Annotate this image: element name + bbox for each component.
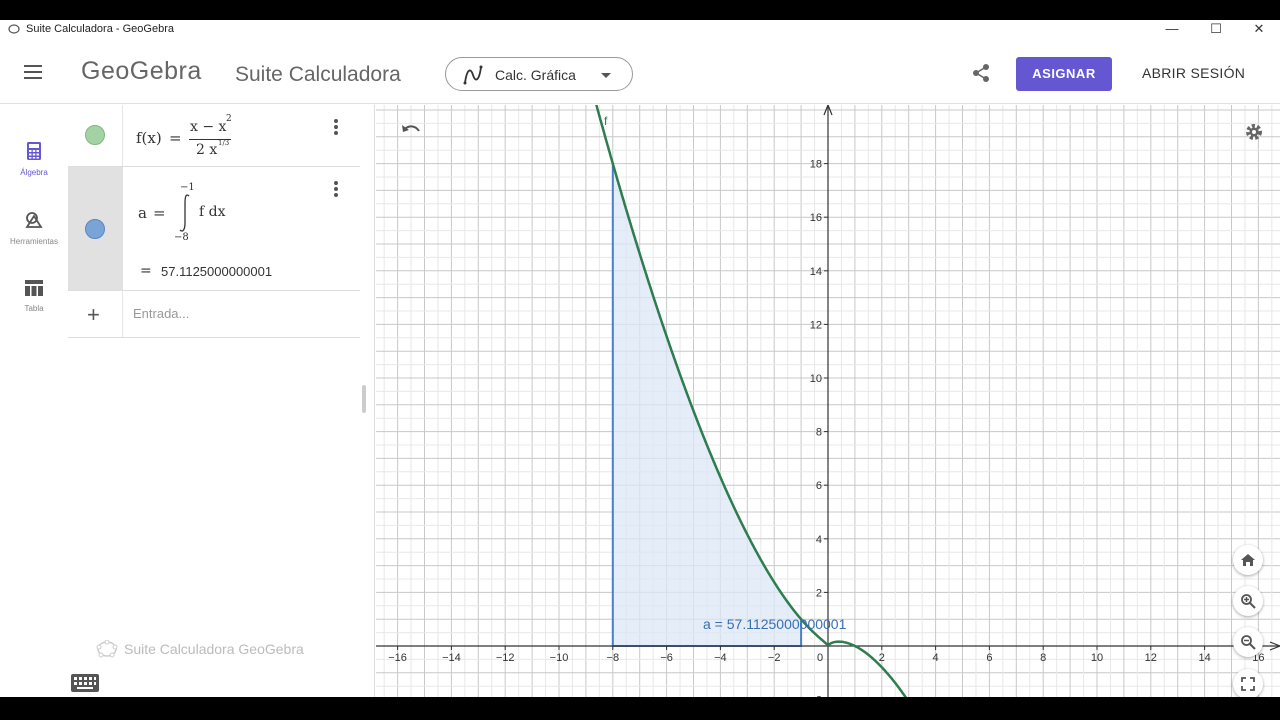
- window-titlebar: Suite Calculadora - GeoGebra — ☐ ✕: [0, 20, 1280, 38]
- integral-label: a = 57.1125000000001: [703, 616, 847, 632]
- more-options-icon[interactable]: [334, 119, 342, 137]
- f-numerator: x − x: [190, 119, 227, 135]
- x-tick-label: 14: [1198, 652, 1210, 664]
- visibility-toggle-a[interactable]: [85, 219, 105, 239]
- function-label: f: [604, 114, 608, 128]
- watermark-text: Suite Calculadora GeoGebra: [124, 641, 304, 657]
- x-tick-label: −8: [607, 652, 620, 664]
- menu-icon[interactable]: [24, 65, 42, 79]
- app-header: GeoGebra Suite Calculadora Calc. Gráfica…: [0, 38, 1280, 104]
- watermark: Suite Calculadora GeoGebra: [96, 639, 304, 658]
- side-navigation: Álgebra Herramientas Tabla: [0, 105, 68, 697]
- graphing-icon: [463, 65, 483, 85]
- x-tick-label: 6: [986, 652, 992, 664]
- zoom-in-button[interactable]: [1233, 586, 1263, 616]
- a-lhs: a: [138, 204, 147, 222]
- zoom-in-icon: [1241, 594, 1256, 609]
- result-equals: =: [140, 263, 152, 279]
- fullscreen-icon: [1241, 677, 1255, 691]
- graphics-view[interactable]: −16 −14 −12 −10 −8 −6 −4 −2 0 2 4 6 8 10 12 14 16 18 16 14 1…: [376, 105, 1280, 697]
- calculator-icon: [27, 142, 41, 160]
- f-equals: =: [169, 129, 182, 147]
- nav-table-label: Tabla: [24, 304, 44, 313]
- assign-button[interactable]: ASIGNAR: [1016, 57, 1112, 91]
- minimize-button[interactable]: —: [1150, 20, 1194, 38]
- y-tick-label: 2: [816, 587, 822, 599]
- y-tick-label: 12: [810, 319, 822, 331]
- algebra-input-row[interactable]: + Entrada...: [68, 291, 360, 338]
- zoom-out-button[interactable]: [1233, 627, 1263, 657]
- x-tick-label: −16: [388, 652, 407, 664]
- app-window: Suite Calculadora - GeoGebra — ☐ ✕ GeoGe…: [0, 20, 1280, 697]
- y-tick-label: −2: [809, 695, 822, 697]
- algebra-row-f[interactable]: f(x) = x − x 2 2 x 1/3: [68, 105, 360, 167]
- nav-table[interactable]: Tabla: [0, 279, 68, 313]
- maximize-button[interactable]: ☐: [1194, 20, 1238, 38]
- x-tick-label: −12: [496, 652, 515, 664]
- nav-tools-label: Herramientas: [9, 237, 58, 246]
- more-options-icon[interactable]: [334, 181, 342, 199]
- x-tick-label: 12: [1145, 652, 1157, 664]
- integral-upper-limit: −1: [180, 182, 195, 193]
- y-tick-label: 4: [816, 534, 822, 546]
- x-tick-label: 10: [1091, 652, 1103, 664]
- nav-tools[interactable]: Herramientas: [0, 210, 68, 246]
- home-button[interactable]: [1233, 545, 1263, 575]
- f-denominator-exponent: 1/3: [218, 139, 230, 147]
- visibility-toggle-f[interactable]: [85, 125, 105, 145]
- undo-icon[interactable]: [400, 123, 422, 144]
- algebra-panel: f(x) = x − x 2 2 x 1/3 a = −1 −8 f dx = …: [68, 105, 375, 697]
- window-title: Suite Calculadora - GeoGebra: [26, 23, 174, 35]
- x-tick-label: −2: [768, 652, 781, 664]
- home-icon: [1241, 554, 1255, 566]
- y-tick-label: 10: [810, 373, 822, 385]
- x-tick-label: 2: [879, 652, 885, 664]
- login-button[interactable]: ABRIR SESIÓN: [1142, 65, 1245, 81]
- app-switcher-dropdown[interactable]: Calc. Gráfica: [445, 57, 633, 91]
- x-tick-label: −14: [442, 652, 461, 664]
- y-tick-label: 8: [816, 427, 822, 439]
- close-button[interactable]: ✕: [1237, 20, 1280, 38]
- nav-algebra[interactable]: Álgebra: [0, 141, 68, 177]
- a-equals: =: [153, 204, 166, 222]
- x-tick-label: 4: [933, 652, 939, 664]
- fullscreen-button[interactable]: [1233, 669, 1263, 697]
- x-tick-label: −10: [550, 652, 569, 664]
- table-icon: [25, 280, 43, 296]
- f-numerator-exponent: 2: [226, 114, 232, 124]
- panel-resize-handle[interactable]: [362, 385, 366, 413]
- integral-result: 57.1125000000001: [161, 264, 273, 279]
- share-icon[interactable]: [970, 62, 992, 89]
- f-lhs: f(x): [136, 129, 162, 147]
- geogebra-logo-icon: [8, 23, 20, 38]
- integral-lower-limit: −8: [174, 232, 189, 243]
- x-tick-label: −4: [714, 652, 727, 664]
- chevron-down-icon: [601, 73, 611, 78]
- y-tick-label: 16: [810, 212, 822, 224]
- geogebra-logo: GeoGebra: [81, 57, 202, 85]
- app-switcher-label: Calc. Gráfica: [495, 67, 576, 83]
- f-denominator: 2 x: [196, 142, 218, 158]
- nav-algebra-label: Álgebra: [20, 168, 48, 177]
- x-tick-label: 0: [817, 652, 823, 664]
- y-tick-label: 6: [816, 480, 822, 492]
- gear-icon[interactable]: [1243, 121, 1265, 148]
- integrand: f dx: [199, 204, 226, 220]
- y-tick-label: 14: [810, 266, 822, 278]
- y-tick-label: 18: [810, 159, 822, 171]
- algebra-input[interactable]: Entrada...: [133, 306, 189, 321]
- algebra-row-a[interactable]: a = −1 −8 f dx = 57.1125000000001: [68, 167, 360, 291]
- app-title: Suite Calculadora: [235, 63, 401, 86]
- integral-sign-icon: [179, 194, 190, 232]
- graph-canvas[interactable]: −16 −14 −12 −10 −8 −6 −4 −2 0 2 4 6 8 10 12 14 161816141…: [376, 105, 1280, 697]
- add-icon[interactable]: +: [87, 302, 100, 328]
- geogebra-logo-icon: [96, 639, 118, 658]
- tools-icon: [25, 212, 43, 228]
- x-tick-label: −6: [660, 652, 673, 664]
- x-tick-label: 8: [1040, 652, 1046, 664]
- keyboard-icon[interactable]: [71, 674, 99, 697]
- zoom-out-icon: [1241, 635, 1256, 650]
